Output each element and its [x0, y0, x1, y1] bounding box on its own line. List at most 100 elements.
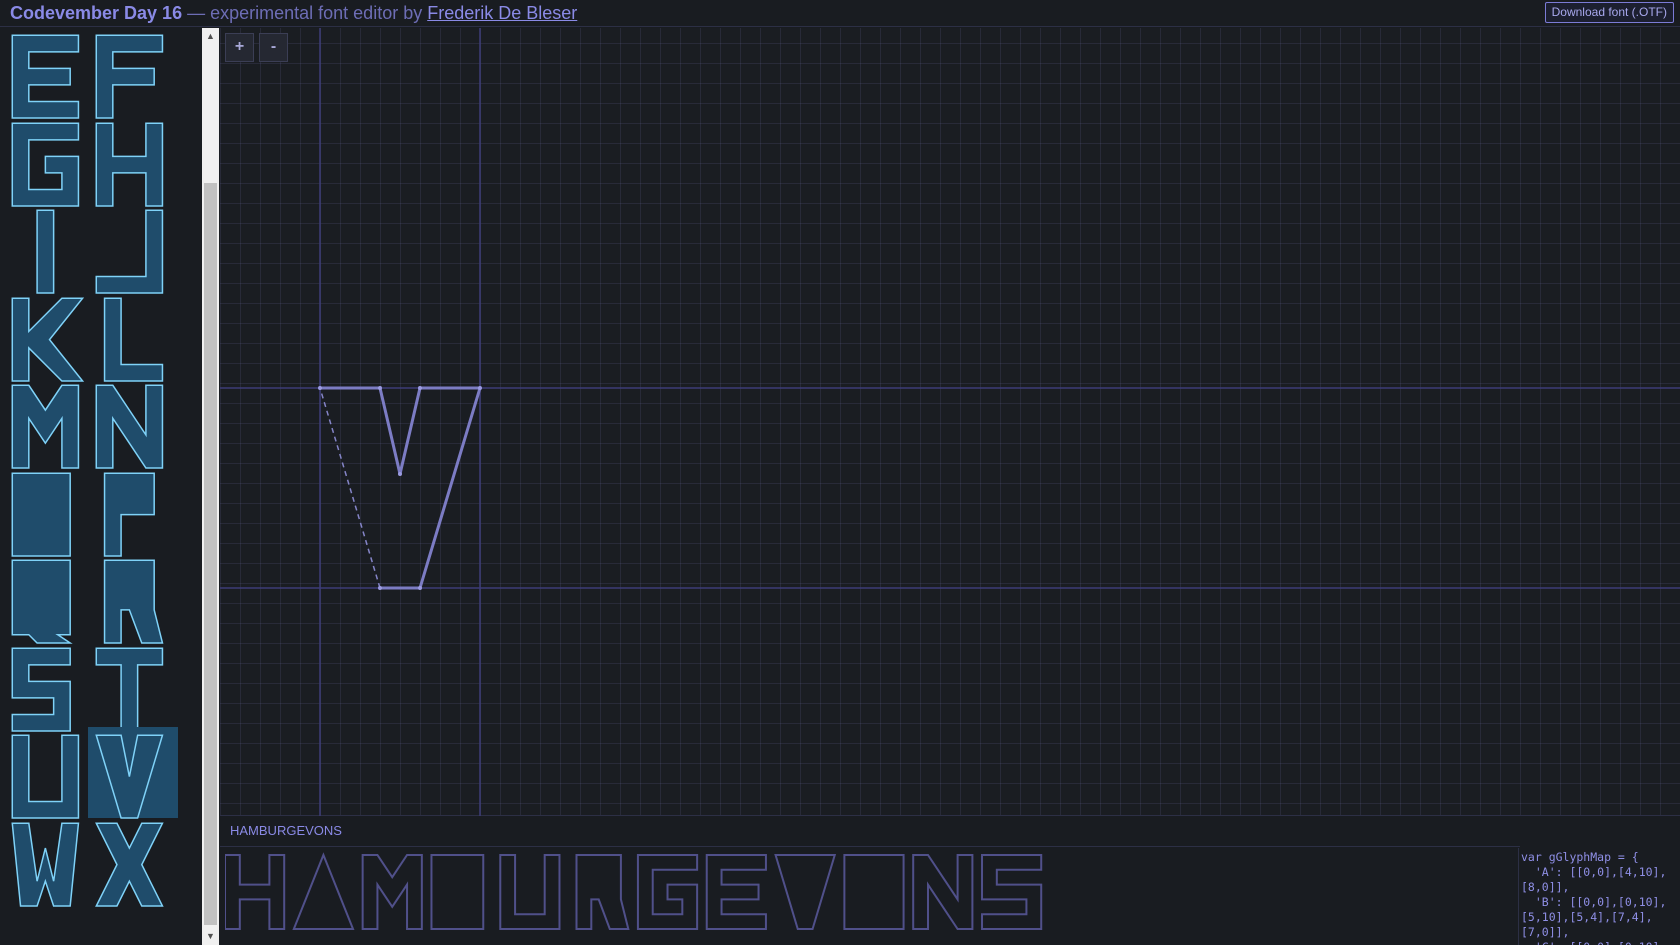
preview-text-label[interactable]: HAMBURGEVONS: [230, 823, 342, 838]
control-point: [418, 386, 422, 390]
preview-glyph-outline: [225, 855, 284, 929]
glyph-tile-r[interactable]: [88, 552, 178, 643]
glyph-tile-shape: [4, 640, 94, 731]
glyph-tile-w[interactable]: [4, 815, 94, 906]
glyph-outline: [96, 735, 162, 818]
glyph-tile-shape: [4, 28, 94, 118]
glyph-tile-h[interactable]: [88, 115, 178, 206]
glyph-tile-shape: [88, 115, 178, 206]
glyph-tile-o[interactable]: [4, 465, 94, 556]
preview-glyph-outline: [638, 855, 697, 929]
code-line: 'B': [[0,0],[0,10],: [1521, 895, 1667, 909]
glyph-tile-t[interactable]: [88, 640, 178, 731]
code-line: 'C': [[0,0],[0,10],: [1521, 940, 1667, 945]
glyph-tile-m[interactable]: [4, 377, 94, 468]
title-subtitle: — experimental font editor by: [182, 3, 428, 23]
control-point: [398, 472, 402, 476]
glyph-outline: [105, 298, 163, 381]
glyph-outline: [96, 123, 162, 206]
font-preview: [225, 852, 1515, 945]
glyph-tile-n[interactable]: [88, 377, 178, 468]
sidebar-scrollbar[interactable]: ▲ ▼: [202, 28, 219, 945]
glyph-tile-shape: [88, 727, 178, 818]
glyph-tile-shape: [88, 815, 178, 906]
glyph-tile-shape: [88, 290, 178, 381]
control-point: [478, 386, 482, 390]
preview-divider: [220, 846, 1520, 847]
code-line: 'A': [[0,0],[4,10],: [1521, 865, 1667, 879]
glyph-tile-e[interactable]: [4, 28, 94, 118]
glyph-tile-p[interactable]: [88, 465, 178, 556]
glyph-tile-shape: [4, 115, 94, 206]
glyph-outline: [96, 385, 162, 468]
font-preview-drawing: [225, 852, 1515, 945]
glyph-outline: [12, 560, 70, 643]
preview-glyph-outline: [500, 855, 559, 929]
scroll-down-arrow-icon[interactable]: ▼: [202, 928, 219, 945]
zoom-out-button[interactable]: -: [259, 33, 288, 62]
glyph-outline: [96, 648, 162, 731]
glyph-tile-s[interactable]: [4, 640, 94, 731]
glyph-tile-shape: [4, 727, 94, 818]
author-link[interactable]: Frederik De Bleser: [427, 3, 577, 23]
preview-glyph-outline: [363, 855, 422, 929]
zoom-in-button[interactable]: +: [225, 33, 254, 62]
glyph-tile-shape: [4, 552, 94, 643]
preview-glyph-s: [982, 855, 1041, 929]
glyph-tile-shape: [88, 377, 178, 468]
title-day: Codevember Day 16: [10, 3, 183, 23]
glyph-tile-v[interactable]: [88, 727, 178, 818]
glyph-tile-shape: [88, 465, 178, 556]
glyph-code-panel[interactable]: var gGlyphMap = { 'A': [[0,0],[4,10], [8,…: [1518, 848, 1680, 945]
control-point: [378, 386, 382, 390]
glyph-tile-shape: [88, 202, 178, 293]
glyph-tile-k[interactable]: [4, 290, 94, 381]
glyph-editor-drawing: [220, 28, 1680, 816]
preview-glyph-n: [913, 855, 972, 929]
code-line: var gGlyphMap = {: [1521, 850, 1639, 864]
preview-glyph-outline: [431, 855, 483, 929]
glyph-editor-canvas[interactable]: + -: [220, 28, 1680, 816]
glyph-outline: [96, 35, 162, 118]
preview-glyph-v: [776, 855, 835, 929]
glyph-tile-shape: [88, 640, 178, 731]
glyph-tile-shape: [4, 377, 94, 468]
scrollbar-thumb[interactable]: [204, 183, 217, 925]
control-point: [318, 386, 322, 390]
glyph-outline: [105, 560, 163, 643]
glyph-outline: [12, 473, 70, 556]
glyph-code[interactable]: var gGlyphMap = { 'A': [[0,0],[4,10], [8,…: [1521, 850, 1666, 945]
glyph-tile-j[interactable]: [88, 202, 178, 293]
glyph-tile-q[interactable]: [4, 552, 94, 643]
preview-glyph-h: [225, 855, 284, 929]
preview-glyph-r: [577, 855, 629, 929]
control-point: [418, 586, 422, 590]
glyph-outline: [12, 35, 78, 118]
preview-glyph-m: [363, 855, 422, 929]
preview-glyph-outline: [707, 855, 766, 929]
preview-glyph-outline: [982, 855, 1041, 929]
glyph-sidebar: [0, 28, 220, 945]
glyph-tile-i[interactable]: [4, 202, 94, 293]
glyph-tile-u[interactable]: [4, 727, 94, 818]
glyph-tile-g[interactable]: [4, 115, 94, 206]
glyph-outline: [12, 123, 78, 206]
glyph-tile-shape: [88, 28, 178, 118]
scroll-up-arrow-icon[interactable]: ▲: [202, 28, 219, 45]
glyph-tile-l[interactable]: [88, 290, 178, 381]
glyph-tile-shape: [4, 465, 94, 556]
glyph-tile-x[interactable]: [88, 815, 178, 906]
download-font-button[interactable]: Download font (.OTF): [1544, 2, 1674, 23]
preview-glyph-o: [844, 855, 903, 929]
glyph-tile-shape: [88, 552, 178, 643]
preview-glyph-e: [707, 855, 766, 929]
preview-glyph-outline: [776, 855, 835, 929]
glyph-tile-shape: [4, 290, 94, 381]
glyph-outline: [12, 648, 70, 731]
glyph-tile-f[interactable]: [88, 28, 178, 118]
code-line: [7,0]],: [1521, 925, 1570, 939]
code-line: [8,0]],: [1521, 880, 1570, 894]
glyph-outline-path: [320, 386, 482, 590]
preview-glyph-outline: [294, 855, 353, 929]
code-line: [5,10],[5,4],[7,4],: [1521, 910, 1653, 924]
